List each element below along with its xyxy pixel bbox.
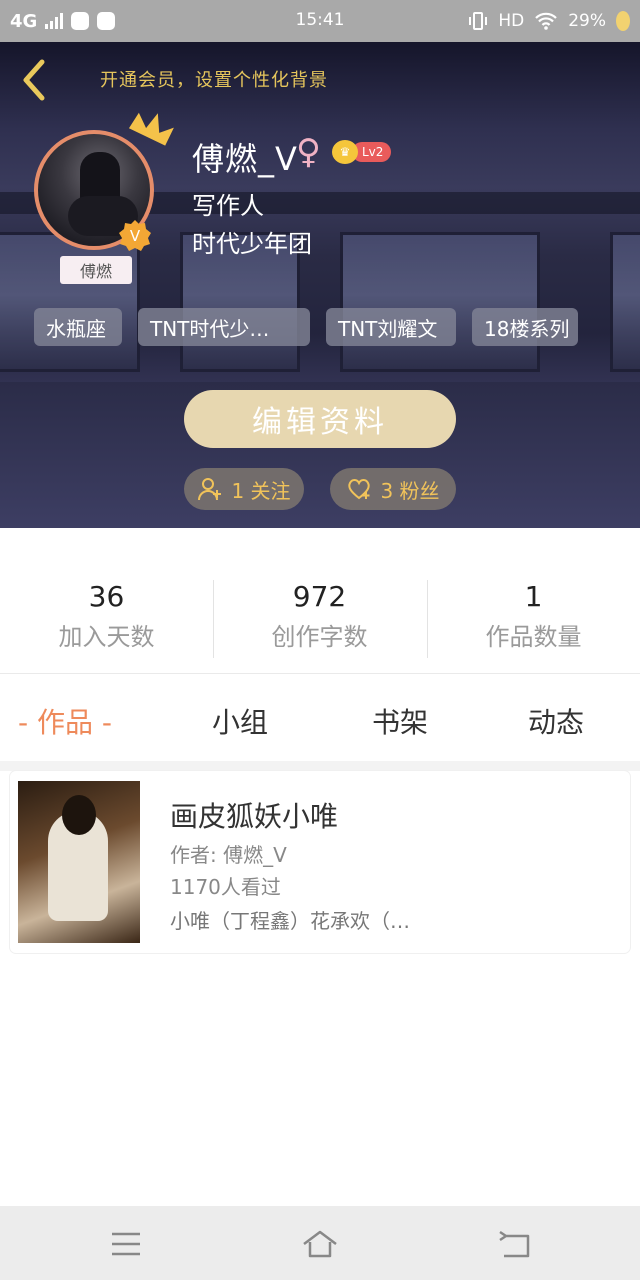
profile-tabs: - 作品 - 小组 书架 动态 bbox=[0, 675, 640, 761]
user-role: 写作人 bbox=[192, 192, 264, 220]
profile-tag[interactable]: 18楼系列 bbox=[472, 308, 578, 346]
work-card[interactable]: 画皮狐妖小唯 作者: 傅燃_V 1170人看过 小唯（丁程鑫）花承欢（… bbox=[10, 771, 630, 953]
status-bar: 4G 15:41 HD 29% bbox=[0, 0, 640, 42]
section-divider bbox=[0, 761, 640, 771]
work-cover-image bbox=[18, 781, 140, 943]
battery-icon bbox=[616, 11, 630, 31]
stat-value: 1 bbox=[524, 580, 543, 613]
followers-button[interactable]: 3 粉丝 bbox=[330, 468, 456, 510]
stat-label: 加入天数 bbox=[58, 623, 155, 651]
stat-word-count: 972 创作字数 bbox=[213, 580, 426, 652]
tab-works[interactable]: - 作品 - bbox=[18, 701, 112, 741]
stat-value: 972 bbox=[292, 580, 347, 613]
stats-bar: 36 加入天数 972 创作字数 1 作品数量 bbox=[0, 528, 640, 674]
heart-plus-icon bbox=[348, 479, 371, 500]
svg-text:V: V bbox=[130, 227, 141, 245]
hd-indicator: HD bbox=[498, 11, 525, 31]
work-title: 画皮狐妖小唯 bbox=[170, 800, 339, 833]
work-views: 1170人看过 bbox=[170, 875, 281, 899]
level-crown-icon: ♛ bbox=[332, 140, 358, 164]
work-description: 小唯（丁程鑫）花承欢（… bbox=[170, 909, 410, 933]
tab-bookshelf[interactable]: 书架 bbox=[372, 701, 428, 741]
wifi-icon bbox=[535, 12, 557, 30]
stat-label: 作品数量 bbox=[485, 623, 582, 651]
back-button[interactable] bbox=[18, 58, 50, 102]
stat-join-days: 36 加入天数 bbox=[0, 580, 213, 652]
crown-icon bbox=[128, 112, 174, 146]
vibrate-icon bbox=[469, 12, 488, 30]
tab-groups[interactable]: 小组 bbox=[212, 701, 268, 741]
stat-works-count: 1 作品数量 bbox=[427, 580, 640, 652]
profile-tag[interactable]: TNT时代少… bbox=[138, 308, 310, 346]
stat-label: 创作字数 bbox=[271, 623, 368, 651]
verified-badge-icon: V bbox=[119, 220, 151, 251]
level-badge: ♛ Lv2 bbox=[332, 140, 392, 164]
work-author: 作者: 傅燃_V bbox=[170, 843, 287, 867]
home-icon[interactable] bbox=[300, 1224, 340, 1264]
profile-tag[interactable]: TNT刘耀文 bbox=[326, 308, 456, 346]
battery-level: 29% bbox=[568, 11, 606, 31]
gender-female-icon: ♀ bbox=[296, 132, 321, 172]
following-label: 1 关注 bbox=[231, 478, 291, 503]
add-user-icon bbox=[198, 478, 222, 501]
name-tag: 傅燃 bbox=[60, 256, 132, 284]
user-group: 时代少年团 bbox=[192, 230, 312, 258]
followers-label: 3 粉丝 bbox=[380, 478, 440, 503]
profile-tag[interactable]: 水瓶座 bbox=[34, 308, 122, 346]
edit-profile-button[interactable]: 编辑资料 bbox=[184, 390, 456, 448]
user-name: 傅燃_V bbox=[192, 140, 298, 178]
stat-value: 36 bbox=[88, 580, 125, 613]
back-nav-icon[interactable] bbox=[494, 1224, 534, 1264]
vip-promo-link[interactable]: 开通会员，设置个性化背景 bbox=[100, 66, 328, 92]
following-button[interactable]: 1 关注 bbox=[184, 468, 304, 510]
profile-header: 开通会员，设置个性化背景 V 傅燃 傅燃_V ♀ ♛ Lv2 写作人 时代少年团… bbox=[0, 42, 640, 528]
tab-updates[interactable]: 动态 bbox=[528, 701, 584, 741]
system-nav-bar bbox=[0, 1206, 640, 1280]
menu-icon[interactable] bbox=[106, 1224, 146, 1264]
